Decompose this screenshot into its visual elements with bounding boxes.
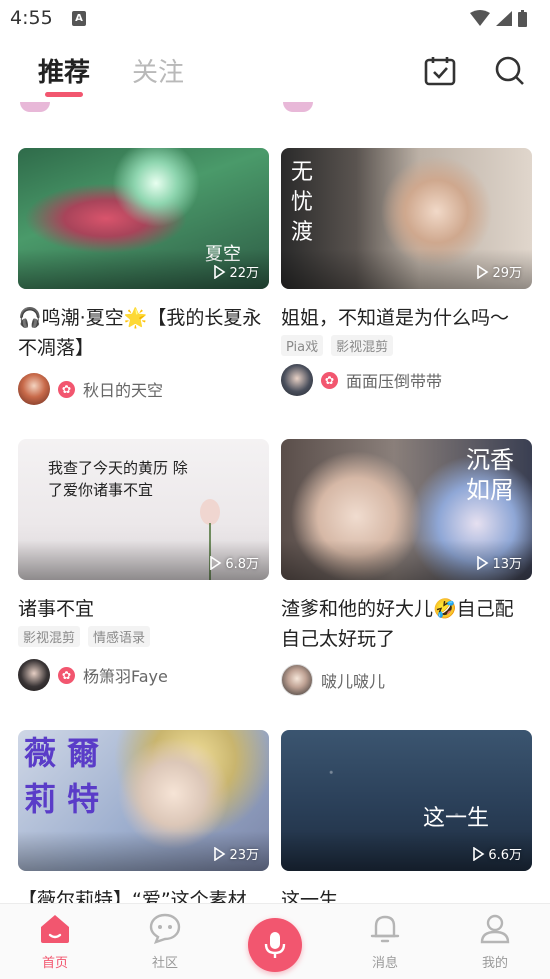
nav-messages[interactable]: 消息 (345, 912, 425, 971)
creator-badge-icon: ✿ (321, 371, 338, 389)
notification-a-icon: A (72, 11, 86, 26)
video-thumbnail[interactable]: 沉香如屑 13万 (281, 439, 532, 580)
nav-community[interactable]: 社区 (125, 912, 205, 971)
bottom-nav: 首页 社区 消息 我的 (0, 903, 550, 979)
nav-label: 消息 (371, 956, 398, 971)
play-count: 13万 (475, 553, 522, 572)
author-row[interactable]: 啵儿啵儿 (281, 664, 532, 696)
thumbnail-caption: 沉香如屑 (466, 446, 514, 504)
video-title[interactable]: 诸事不宜 (18, 594, 269, 624)
tab-recommend[interactable]: 推荐 (38, 52, 90, 89)
nav-label: 社区 (151, 956, 178, 971)
record-button[interactable] (248, 918, 302, 972)
bell-icon (370, 915, 400, 943)
search-icon[interactable] (493, 54, 527, 88)
tab-following[interactable]: 关注 (132, 52, 184, 89)
tag-list: Pia戏 影视混剪 (281, 335, 532, 356)
avatar (20, 102, 50, 112)
play-icon (477, 264, 489, 279)
person-icon (480, 914, 510, 944)
author-row[interactable]: ✿ 秋日的天空 (18, 373, 269, 405)
thumbnail-caption: 薇 爾 莉 特 (24, 734, 100, 818)
author-name[interactable]: 面面压倒带带 (346, 368, 442, 392)
avatar (283, 102, 313, 112)
avatar[interactable] (18, 659, 50, 691)
system-status-icons (470, 10, 527, 27)
play-icon (214, 264, 226, 279)
video-title[interactable]: 🎧鸣潮·夏空🌟【我的长夏永不凋落】 (18, 303, 269, 363)
play-count: 6.6万 (471, 844, 522, 863)
nav-profile[interactable]: 我的 (455, 912, 535, 971)
avatar[interactable] (18, 373, 50, 405)
author-name[interactable]: 杨箫羽Faye (83, 663, 168, 687)
play-icon (473, 846, 485, 861)
play-count: 22万 (212, 262, 259, 281)
nav-label: 我的 (481, 956, 508, 971)
author-name[interactable]: 啵儿啵儿 (321, 668, 385, 692)
avatar[interactable] (281, 664, 313, 696)
tag[interactable]: 影视混剪 (18, 626, 81, 647)
author-row[interactable]: ✿ 面面压倒带带 (281, 364, 532, 396)
chat-bubble-icon (149, 913, 181, 944)
battery-icon (518, 12, 527, 27)
top-bar: 推荐 关注 (0, 40, 550, 102)
video-card[interactable]: 无忧渡 29万 姐姐，不知道是为什么吗～ Pia戏 影视混剪 ✿ 面面压倒带带 (281, 148, 532, 396)
video-card[interactable]: 我查了今天的黄历 除了爱你诸事不宜 6.8万 诸事不宜 影视混剪 情感语录 ✿ … (18, 439, 269, 691)
play-icon (477, 555, 489, 570)
play-icon (214, 846, 226, 861)
video-thumbnail[interactable]: 这一生 6.6万 (281, 730, 532, 871)
play-icon (210, 555, 222, 570)
video-card[interactable]: 这一生 6.6万 这一生 (281, 730, 532, 915)
thumbnail-caption: 我查了今天的黄历 除了爱你诸事不宜 (48, 459, 188, 499)
home-icon (41, 915, 69, 943)
video-card[interactable]: 沉香如屑 13万 渣爹和他的好大儿🤣自己配自己太好玩了 啵儿啵儿 (281, 439, 532, 696)
video-thumbnail[interactable]: 薇 爾 莉 特 23万 (18, 730, 269, 871)
author-row[interactable]: ✿ 杨箫羽Faye (18, 659, 269, 691)
video-card[interactable]: 夏空 22万 🎧鸣潮·夏空🌟【我的长夏永不凋落】 ✿ 秋日的天空 (18, 148, 269, 405)
video-card[interactable]: 薇 爾 莉 特 23万 【薇尔莉特】“爱”这个素材 (18, 730, 269, 915)
video-title[interactable]: 渣爹和他的好大儿🤣自己配自己太好玩了 (281, 594, 532, 654)
wifi-icon (470, 10, 490, 26)
play-count: 6.8万 (208, 553, 259, 572)
video-thumbnail[interactable]: 我查了今天的黄历 除了爱你诸事不宜 6.8万 (18, 439, 269, 580)
tag[interactable]: 情感语录 (88, 626, 151, 647)
tag[interactable]: 影视混剪 (331, 335, 394, 356)
thumbnail-caption: 无忧渡 (291, 160, 314, 245)
active-tab-indicator (45, 92, 83, 97)
creator-badge-icon: ✿ (58, 380, 75, 398)
nav-label: 首页 (41, 956, 68, 971)
video-title[interactable]: 姐姐，不知道是为什么吗～ (281, 303, 532, 333)
microphone-icon (264, 932, 286, 958)
avatar[interactable] (281, 364, 313, 396)
nav-home[interactable]: 首页 (15, 912, 95, 971)
status-time: 4:55 (10, 7, 53, 29)
video-thumbnail[interactable]: 夏空 22万 (18, 148, 269, 289)
play-count: 23万 (212, 844, 259, 863)
tag-list: 影视混剪 情感语录 (18, 626, 269, 647)
video-thumbnail[interactable]: 无忧渡 29万 (281, 148, 532, 289)
thumbnail-caption: 这一生 (423, 806, 490, 831)
author-name[interactable]: 秋日的天空 (83, 377, 163, 401)
tag[interactable]: Pia戏 (281, 335, 324, 356)
creator-badge-icon: ✿ (58, 666, 75, 684)
status-bar: 4:55 A (0, 0, 550, 38)
signal-icon (496, 11, 512, 26)
calendar-check-icon[interactable] (423, 54, 457, 88)
play-count: 29万 (475, 262, 522, 281)
